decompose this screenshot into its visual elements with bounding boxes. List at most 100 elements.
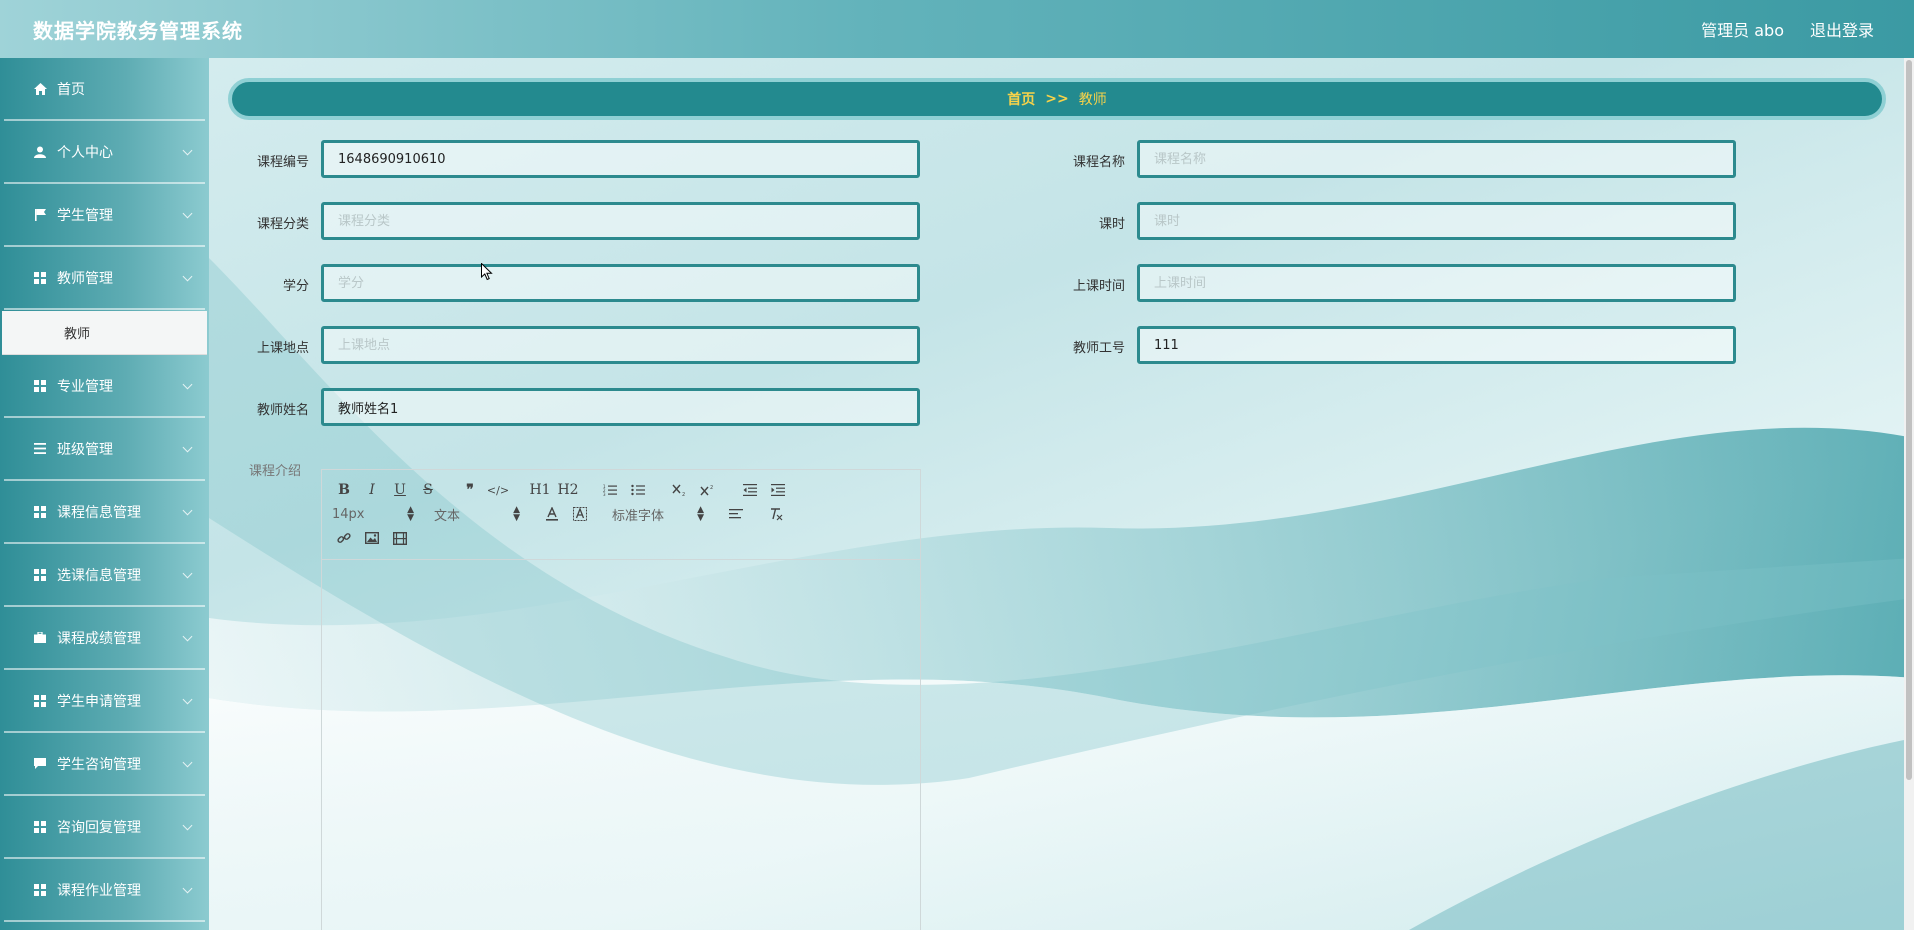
select-arrows-icon: ▲ ▼ <box>407 505 414 523</box>
header2-button[interactable]: H2 <box>556 479 580 501</box>
sidebar-item-label: 咨询回复管理 <box>57 819 141 836</box>
class-time-label: 上课时间 <box>1072 279 1125 294</box>
strikethrough-button[interactable]: S <box>416 479 440 501</box>
ordered-list-icon[interactable]: 123 <box>598 479 622 501</box>
hours-input[interactable] <box>1137 202 1736 240</box>
underline-button[interactable]: U <box>388 479 412 501</box>
sidebar-item-student-management[interactable]: 学生管理 <box>4 184 205 247</box>
sidebar-item-grade-management[interactable]: 课程成绩管理 <box>4 607 205 670</box>
location-input[interactable] <box>321 326 920 364</box>
sidebar-item-label: 选课信息管理 <box>57 567 141 584</box>
credit-input[interactable] <box>321 264 920 302</box>
image-icon[interactable] <box>360 527 384 549</box>
sidebar-item-consult-reply-management[interactable]: 咨询回复管理 <box>4 796 205 859</box>
chevron-down-icon <box>182 271 193 282</box>
grid-icon <box>33 883 47 897</box>
svg-text:2: 2 <box>682 492 685 496</box>
code-block-button[interactable]: </> <box>486 479 510 501</box>
font-size-select[interactable]: 14px ▲ ▼ <box>332 503 414 525</box>
chevron-down-icon <box>182 505 193 516</box>
sidebar-item-label: 班级管理 <box>57 441 113 458</box>
chevron-down-icon <box>182 208 193 219</box>
briefcase-icon <box>33 631 47 645</box>
chevron-down-icon <box>182 757 193 768</box>
sidebar-item-major-management[interactable]: 专业管理 <box>4 355 205 418</box>
align-icon[interactable] <box>724 503 748 525</box>
svg-text:3: 3 <box>603 492 606 496</box>
sidebar-item-personal-center[interactable]: 个人中心 <box>4 121 205 184</box>
sidebar-subitem-teacher[interactable]: 教师 <box>2 311 207 355</box>
course-name-label: 课程名称 <box>1072 155 1125 170</box>
chevron-down-icon <box>182 694 193 705</box>
course-no-label: 课程编号 <box>256 155 309 170</box>
sidebar-item-homework-management[interactable]: 课程作业管理 <box>4 859 205 922</box>
sidebar-item-course-selection-management[interactable]: 选课信息管理 <box>4 544 205 607</box>
editor-content-area[interactable] <box>322 560 920 930</box>
header1-button[interactable]: H1 <box>528 479 552 501</box>
header-actions: 管理员 abo 退出登录 <box>1701 17 1914 41</box>
svg-text:2: 2 <box>710 485 713 491</box>
user-icon <box>33 145 47 159</box>
sidebar-item-label: 课程成绩管理 <box>57 630 141 647</box>
link-icon[interactable] <box>332 527 356 549</box>
admin-user-label[interactable]: 管理员 abo <box>1701 17 1784 41</box>
credit-label: 学分 <box>282 279 309 294</box>
sidebar-item-label: 专业管理 <box>57 378 113 395</box>
course-no-input[interactable] <box>321 140 920 178</box>
teacher-name-input[interactable] <box>321 388 920 426</box>
indent-icon[interactable] <box>766 479 790 501</box>
subscript-icon[interactable]: 2 <box>668 479 692 501</box>
italic-button[interactable]: I <box>360 479 384 501</box>
class-time-input[interactable] <box>1137 264 1736 302</box>
sidebar-item-home[interactable]: 首页 <box>4 58 205 121</box>
teacher-name-label: 教师姓名 <box>256 403 309 418</box>
sidebar-item-label: 首页 <box>57 81 85 98</box>
bullet-list-icon[interactable] <box>626 479 650 501</box>
grid-icon <box>33 694 47 708</box>
chevron-down-icon <box>182 145 193 156</box>
sidebar-item-student-application-management[interactable]: 学生申请管理 <box>4 670 205 733</box>
course-name-input[interactable] <box>1137 140 1736 178</box>
chevron-down-icon <box>182 568 193 579</box>
font-family-select[interactable]: 标准字体 ▲ ▼ <box>612 503 704 525</box>
sidebar-item-class-management[interactable]: 班级管理 <box>4 418 205 481</box>
page-scrollbar[interactable] <box>1904 58 1914 930</box>
clear-format-icon[interactable] <box>764 503 788 525</box>
sidebar-item-label: 教师管理 <box>57 270 113 287</box>
sidebar-item-label: 个人中心 <box>57 144 113 161</box>
breadcrumb: 首页 >> 教师 <box>228 78 1886 120</box>
teacher-no-label: 教师工号 <box>1072 341 1125 356</box>
sidebar-item-label: 学生申请管理 <box>57 693 141 710</box>
sidebar-subitem-label: 教师 <box>64 327 91 342</box>
text-color-icon[interactable] <box>540 503 564 525</box>
background-color-icon[interactable] <box>568 503 592 525</box>
sidebar-item-label: 课程信息管理 <box>57 504 141 521</box>
superscript-icon[interactable]: 2 <box>696 479 720 501</box>
sidebar-item-course-info-management[interactable]: 课程信息管理 <box>4 481 205 544</box>
main-content: 首页 >> 教师 课程编号 课程名称 课程分类 课时 学分 上课时间 上课地点 … <box>209 58 1904 930</box>
teacher-no-input[interactable] <box>1137 326 1736 364</box>
breadcrumb-separator: >> <box>1045 91 1069 107</box>
header-select[interactable]: 文本 ▲ ▼ <box>434 503 520 525</box>
chevron-down-icon <box>182 820 193 831</box>
app-title: 数据学院教务管理系统 <box>33 18 243 43</box>
grid-icon <box>33 568 47 582</box>
breadcrumb-home-link[interactable]: 首页 <box>1007 89 1035 109</box>
font-size-value: 14px <box>332 506 365 522</box>
course-category-input[interactable] <box>321 202 920 240</box>
bold-button[interactable]: B <box>332 479 356 501</box>
sidebar-item-teacher-management[interactable]: 教师管理 <box>4 247 205 310</box>
video-icon[interactable] <box>388 527 412 549</box>
editor-toolbar: B I U S ❞ </> H1 H2 123 2 2 14px ▲ ▼ 文本 … <box>322 470 920 560</box>
header-select-value: 文本 <box>434 508 461 524</box>
sidebar-item-student-consult-management[interactable]: 学生咨询管理 <box>4 733 205 796</box>
logout-link[interactable]: 退出登录 <box>1810 17 1874 41</box>
outdent-icon[interactable] <box>738 479 762 501</box>
grid-icon <box>33 505 47 519</box>
sidebar: 首页 个人中心 学生管理 教师管理 教师 专业管理 班级管理 课程信息管理 选课… <box>0 58 209 930</box>
chat-icon <box>33 757 47 771</box>
blockquote-button[interactable]: ❞ <box>458 479 482 501</box>
home-icon <box>33 82 47 96</box>
scrollbar-thumb[interactable] <box>1906 60 1912 780</box>
mouse-cursor-icon <box>481 263 493 281</box>
